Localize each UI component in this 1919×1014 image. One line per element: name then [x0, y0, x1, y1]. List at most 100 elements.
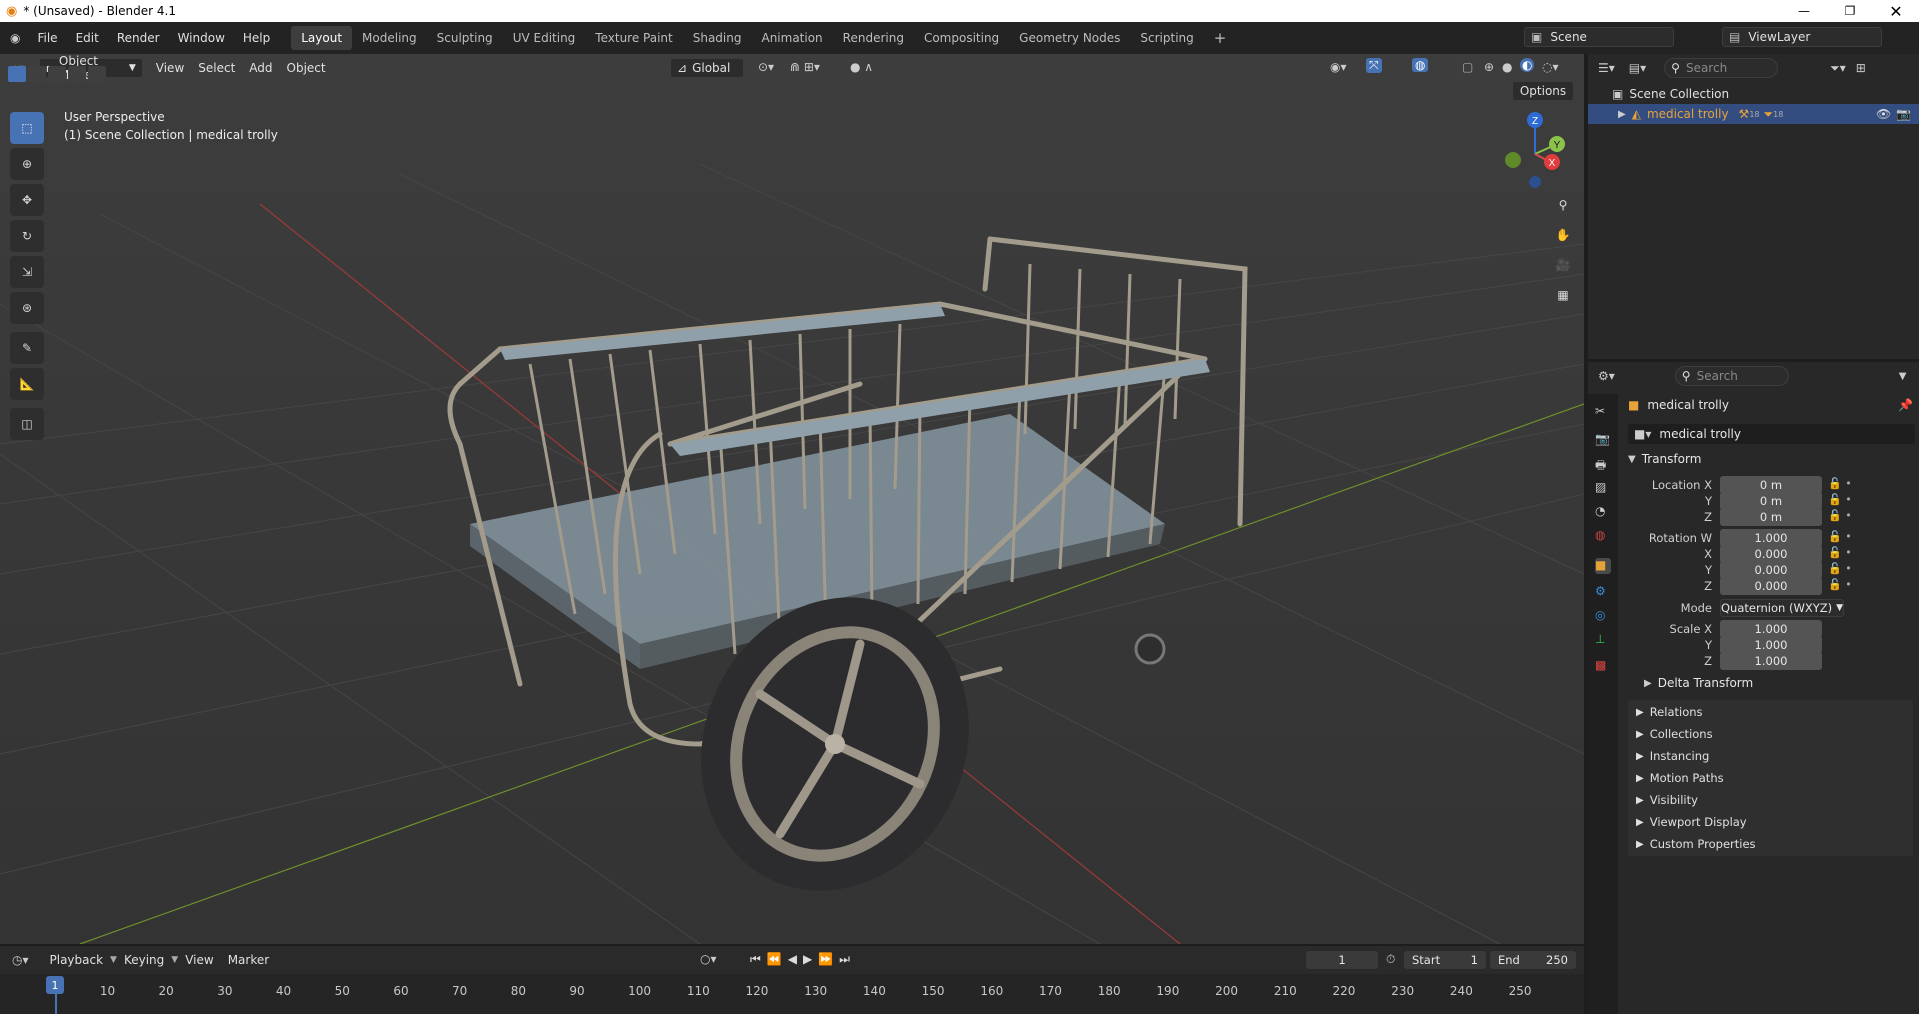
start-frame-field[interactable]: Start 1 — [1404, 951, 1486, 969]
visibility-icon[interactable]: ◉▾ — [1330, 60, 1347, 74]
menu-edit[interactable]: Edit — [67, 27, 108, 49]
object-datablock-field[interactable]: ■▾ medical trolly — [1628, 424, 1915, 444]
tab-modeling[interactable]: Modeling — [352, 26, 427, 50]
world-tab-icon[interactable]: ◍ — [1595, 528, 1611, 544]
select-extend-icon[interactable] — [28, 66, 46, 82]
minimize-button[interactable]: — — [1781, 0, 1827, 22]
pin-icon[interactable]: 📌 — [1898, 398, 1913, 412]
lock-icon[interactable]: 🔓 • — [1828, 577, 1868, 593]
chevron-down-icon[interactable]: ▼ — [1899, 371, 1907, 382]
tab-geometry-nodes[interactable]: Geometry Nodes — [1009, 26, 1130, 50]
properties-editor-icon[interactable]: ⚙▾ — [1598, 369, 1615, 383]
lock-icon[interactable]: 🔓 • — [1828, 561, 1868, 577]
zoom-view-icon[interactable]: ⚲ — [1550, 192, 1576, 218]
measure-tool-icon[interactable]: 📐 — [10, 368, 44, 400]
view-layer-tab-icon[interactable]: ▨ — [1595, 480, 1611, 496]
instancing-panel[interactable]: ▶ Instancing — [1628, 744, 1913, 768]
pivot-icon[interactable]: ⊙▾ — [758, 60, 774, 74]
viewport-display-panel[interactable]: ▶ Viewport Display — [1628, 810, 1913, 834]
timeline-menu-marker[interactable]: Marker — [221, 953, 276, 967]
add-workspace-icon[interactable]: + — [1204, 26, 1237, 50]
transform-panel-header[interactable]: ▼ Transform — [1628, 452, 1701, 466]
rotation-mode-dropdown[interactable]: Quaternion (WXYZ) ▼ — [1720, 599, 1844, 617]
custom-properties-panel[interactable]: ▶ Custom Properties — [1628, 832, 1913, 856]
3d-viewport[interactable]: ⌖▾ ▪ Object Mode ▼ View Select Add Objec… — [0, 54, 1584, 944]
end-frame-field[interactable]: End 250 — [1490, 951, 1576, 969]
outliner-object-row[interactable]: ▶ ◭ medical trolly ⚒ 18 ⏷ 18 👁 📷 — [1588, 104, 1919, 124]
add-cube-tool-icon[interactable]: ◫ — [10, 408, 44, 440]
lock-icon[interactable]: 🔓 • — [1828, 492, 1868, 508]
select-intersect-icon[interactable] — [88, 66, 106, 82]
filter-icon[interactable]: ⏷▾ — [1830, 61, 1846, 76]
outliner-editor-icon[interactable]: ☰▾ — [1598, 61, 1615, 75]
menu-window[interactable]: Window — [169, 27, 234, 49]
menu-render[interactable]: Render — [108, 27, 169, 49]
tab-layout[interactable]: Layout — [291, 26, 353, 50]
scale-tool-icon[interactable]: ⇲ — [10, 256, 44, 288]
timeline-editor-icon[interactable]: ◷▾ — [12, 953, 29, 967]
scale-z-field[interactable]: 1.000 — [1720, 652, 1822, 670]
tab-texture-paint[interactable]: Texture Paint — [585, 26, 682, 50]
overlay-toggle-icon[interactable]: ◍ — [1412, 58, 1429, 72]
physics-tab-icon[interactable]: ◎ — [1595, 608, 1611, 624]
tab-rendering[interactable]: Rendering — [833, 26, 914, 50]
timeline-menu-keying[interactable]: Keying — [117, 953, 171, 967]
select-invert-icon[interactable] — [68, 66, 86, 82]
timeline-menu-view[interactable]: View — [178, 953, 220, 967]
object-tab-icon[interactable]: ■ — [1595, 558, 1611, 574]
xray-icon[interactable]: ▢ — [1462, 60, 1473, 74]
new-collection-icon[interactable]: ⊞ — [1856, 61, 1866, 75]
gizmo-toggle-icon[interactable]: ⤧ — [1366, 58, 1382, 73]
close-button[interactable]: ✕ — [1873, 0, 1919, 22]
lock-icon[interactable]: 🔓 • — [1828, 508, 1868, 524]
tool-tab-icon[interactable]: ✂ — [1595, 404, 1611, 420]
annotate-tool-icon[interactable]: ✎ — [10, 332, 44, 364]
select-subtract-icon[interactable] — [48, 66, 66, 82]
render-tab-icon[interactable]: 📷 — [1595, 432, 1611, 448]
playback-controls[interactable]: ⏮⏪◀▶⏩⏭ — [750, 952, 856, 967]
current-frame-field[interactable]: 1 — [1306, 951, 1378, 969]
location-z-field[interactable]: 0 m — [1720, 508, 1822, 526]
outliner-search-input[interactable]: ⚲ Search — [1664, 58, 1779, 78]
solid-shading-icon[interactable]: ● — [1502, 60, 1512, 74]
eye-icon[interactable]: 👁 — [1876, 107, 1891, 121]
render-camera-icon[interactable]: 📷 — [1896, 107, 1911, 121]
data-tab-icon[interactable]: ⊥ — [1595, 632, 1611, 648]
rotate-tool-icon[interactable]: ↻ — [10, 220, 44, 252]
lock-icon[interactable]: 🔓 • — [1828, 529, 1868, 545]
material-shading-icon[interactable]: ◐ — [1520, 58, 1535, 72]
scene-collection-row[interactable]: ▣ Scene Collection — [1588, 84, 1919, 104]
viewport-menu-view[interactable]: View — [149, 61, 191, 75]
properties-search-input[interactable]: ⚲ Search — [1674, 366, 1789, 386]
proportional-edit-icon[interactable]: ● ∧ — [850, 60, 873, 74]
timeline-menu-playback[interactable]: Playback — [43, 953, 111, 967]
display-mode-icon[interactable]: ▤▾ — [1629, 61, 1646, 75]
lock-icon[interactable]: 🔓 • — [1828, 545, 1868, 561]
cursor-tool-icon[interactable]: ⊕ — [10, 148, 44, 180]
view-layer-selector[interactable]: ▤ ViewLayer — [1722, 27, 1882, 47]
move-tool-icon[interactable]: ✥ — [10, 184, 44, 216]
material-tab-icon[interactable]: ▩ — [1595, 658, 1611, 674]
delta-transform-header[interactable]: ▶ Delta Transform — [1644, 676, 1753, 690]
relations-panel[interactable]: ▶ Relations — [1628, 700, 1913, 724]
viewport-menu-add[interactable]: Add — [242, 61, 279, 75]
scene-tab-icon[interactable]: ◔ — [1595, 504, 1611, 520]
camera-view-icon[interactable]: 🎥 — [1550, 252, 1576, 278]
rendered-shading-icon[interactable]: ◌▾ — [1542, 60, 1559, 74]
orientation-dropdown[interactable]: ⊿ Global — [670, 58, 744, 78]
lock-icon[interactable]: 🔓 • — [1828, 476, 1868, 492]
scene-selector[interactable]: ▣ Scene — [1524, 27, 1674, 47]
pan-view-icon[interactable]: ✋ — [1550, 222, 1576, 248]
tab-scripting[interactable]: Scripting — [1130, 26, 1203, 50]
tab-compositing[interactable]: Compositing — [914, 26, 1009, 50]
blender-menu-icon[interactable]: ◉ — [10, 31, 20, 45]
playhead[interactable]: 1 — [46, 976, 64, 994]
viewport-menu-select[interactable]: Select — [191, 61, 242, 75]
snap-icon[interactable]: ⋒ ⊞▾ — [790, 60, 820, 74]
ortho-toggle-icon[interactable]: ▦ — [1550, 282, 1576, 308]
modifier-tab-icon[interactable]: ⚙ — [1595, 584, 1611, 600]
select-box-mode-icon[interactable] — [8, 66, 26, 82]
tab-uv-editing[interactable]: UV Editing — [503, 26, 586, 50]
transform-tool-icon[interactable]: ⊛ — [10, 292, 44, 324]
motion-paths-panel[interactable]: ▶ Motion Paths — [1628, 766, 1913, 790]
